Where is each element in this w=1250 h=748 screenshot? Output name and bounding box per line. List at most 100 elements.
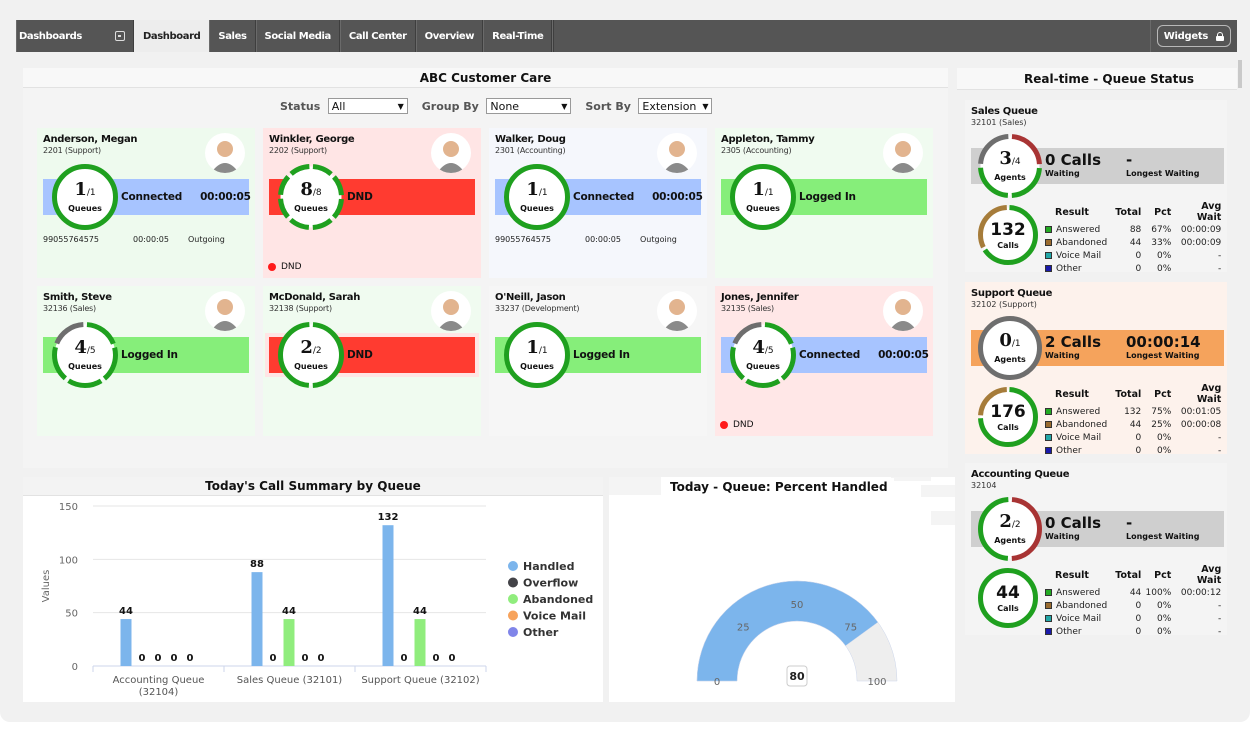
agent-card[interactable]: Smith, Steve 32136 (Sales) Logged In 4/5 Que… — [37, 286, 255, 436]
longest-waiting-label: Longest Waiting — [1126, 169, 1200, 178]
sort-by-select[interactable]: Extension ▼ — [638, 98, 713, 114]
legend-marker-icon[interactable] — [508, 627, 518, 637]
panel-title: ABC Customer Care — [23, 68, 948, 88]
call-direction: Outgoing — [640, 235, 677, 244]
bar — [382, 525, 394, 666]
queues-active: 1 — [752, 179, 765, 200]
legend-swatch-icon — [1045, 614, 1052, 622]
ring-label: Calls — [997, 240, 1019, 250]
calls-waiting-count: 0 Calls — [1045, 514, 1102, 532]
bar-chart: 050100150Values440 0 0 0Accounting Queue(32… — [41, 502, 593, 698]
scrollbar[interactable] — [1238, 60, 1242, 88]
agent-card[interactable]: Anderson, Megan 2201 (Support) Connected 00… — [37, 128, 255, 278]
x-tick-label: Sales Queue (32101) — [237, 675, 343, 686]
table-row: Voice Mail 0 0% - — [1043, 249, 1223, 262]
queues-active: 1 — [526, 337, 539, 358]
ring-content: 0/1 Agents — [977, 315, 1043, 381]
data-label: 0 — [139, 653, 146, 664]
call-duration: 00:00:05 — [585, 235, 621, 244]
queue-name: Sales Queue — [971, 106, 1038, 117]
status-filter-label: Status — [280, 99, 321, 113]
queue-card[interactable]: Sales Queue 32101 (Sales) 0 Calls Waiting - L… — [965, 100, 1227, 275]
tab-sales[interactable]: Sales — [209, 20, 256, 52]
avatar — [883, 133, 923, 173]
legend-marker-icon[interactable] — [508, 594, 518, 604]
tab-social-media[interactable]: Social Media — [255, 20, 340, 52]
agent-card[interactable]: O'Neill, Jason 33237 (Development) Logged … — [489, 286, 707, 436]
ring-content: 4/5 Queues — [729, 321, 797, 389]
avg-wait-cell: - — [1218, 626, 1222, 637]
result-label: Voice Mail — [1056, 432, 1102, 443]
queue-card[interactable]: Accounting Queue 32104 0 Calls Waiting - Long… — [965, 463, 1227, 638]
tab-real-time[interactable]: Real-Time — [483, 20, 553, 52]
agent-card[interactable]: Jones, Jennifer 32135 (Sales) Connected 00:… — [715, 286, 933, 436]
legend-item[interactable]: Other — [523, 626, 559, 639]
column-header: Total — [1115, 569, 1142, 581]
dashboards-menu[interactable]: Dashboards — [16, 20, 134, 52]
widgets-button[interactable]: Widgets — [1156, 25, 1231, 47]
legend-marker-icon[interactable] — [508, 577, 518, 588]
agents-total: /2 — [1011, 520, 1021, 530]
ring-label: Queues — [746, 362, 780, 371]
agents-available: 3 — [999, 148, 1012, 169]
legend-item[interactable]: Handled — [523, 560, 574, 573]
sort-by-value: Extension — [642, 99, 697, 113]
collapse-icon[interactable] — [115, 31, 125, 41]
tab-overview[interactable]: Overview — [415, 20, 484, 52]
avatar-head — [443, 141, 459, 157]
table-row: Other 0 0% - — [1043, 444, 1223, 457]
agent-card[interactable]: Walker, Doug 2301 (Accounting) Connected 00… — [489, 128, 707, 278]
ring-label: Calls — [997, 603, 1019, 613]
ring-label: Queues — [68, 204, 102, 213]
agents-count: 0/1 — [999, 332, 1020, 353]
queue-results-table: Result Total Pct Avg Wait Answered 44 100% 00:0… — [1043, 564, 1223, 638]
legend-marker-icon[interactable] — [508, 610, 518, 621]
total-cell: 132 — [1124, 406, 1142, 417]
waiting-label: Waiting — [1045, 351, 1080, 360]
total-cell: 0 — [1135, 263, 1142, 274]
ring-content: 2/2 Agents — [977, 496, 1043, 562]
column-header: Total — [1115, 388, 1142, 400]
queues-total: /1 — [538, 188, 548, 198]
ring-content: 132 Calls — [977, 204, 1039, 266]
agents-count: 2/2 — [999, 513, 1020, 534]
legend-item[interactable]: Abandoned — [523, 593, 593, 606]
ring-label: Agents — [994, 536, 1026, 545]
result-label: Answered — [1056, 406, 1101, 417]
avatar-head — [895, 141, 911, 157]
table-row: Voice Mail 0 0% - — [1043, 612, 1223, 625]
agent-name: Winkler, George — [269, 134, 355, 145]
bar — [251, 572, 263, 666]
table-row: Other 0 0% - — [1043, 262, 1223, 275]
data-label: 0 — [318, 653, 325, 664]
call-number: 99055764575 — [43, 235, 99, 244]
avatar-head — [443, 299, 459, 315]
pct-cell: 0% — [1156, 250, 1172, 261]
dropdown-arrow-icon: ▼ — [397, 101, 404, 111]
queue-name: Support Queue — [971, 288, 1053, 299]
table-row: Other 0 0% - — [1043, 625, 1223, 638]
agent-card[interactable]: McDonald, Sarah 32138 (Support) DND 2/2 Queu… — [263, 286, 481, 436]
call-summary-panel: Today's Call Summary by Queue 0 50 100 150 V… — [23, 477, 603, 702]
longest-waiting-value: 00:00:14 — [1126, 333, 1201, 351]
tab-dashboard[interactable]: Dashboard — [134, 20, 210, 52]
table-row: Answered 88 67% 00:00:09 — [1043, 223, 1223, 236]
legend-marker-icon[interactable] — [508, 561, 518, 571]
result-label: Abandoned — [1056, 237, 1108, 248]
agent-card[interactable]: Winkler, George 2202 (Support) DND 8/8 Queue… — [263, 128, 481, 278]
queue-extension: 32102 (Support) — [971, 300, 1037, 309]
legend-item[interactable]: Overflow — [523, 577, 578, 590]
status-select[interactable]: All ▼ — [327, 98, 408, 114]
ring-content: 1/1 Queues — [729, 163, 797, 231]
data-label: 0 — [155, 653, 162, 664]
legend-item[interactable]: Voice Mail — [523, 610, 586, 623]
y-tick-label: 0 — [72, 662, 78, 673]
agent-card[interactable]: Appleton, Tammy 2305 (Accounting) Logged I… — [715, 128, 933, 278]
status-timer: 00:00:05 — [652, 191, 703, 203]
tab-call-center[interactable]: Call Center — [339, 20, 416, 52]
agents-total: /1 — [1011, 339, 1021, 349]
legend-swatch-icon — [1045, 446, 1052, 454]
queue-card[interactable]: Support Queue 32102 (Support) 2 Calls Waiti… — [965, 282, 1227, 457]
dnd-dot-icon — [268, 263, 276, 271]
group-by-select[interactable]: None ▼ — [486, 98, 572, 114]
